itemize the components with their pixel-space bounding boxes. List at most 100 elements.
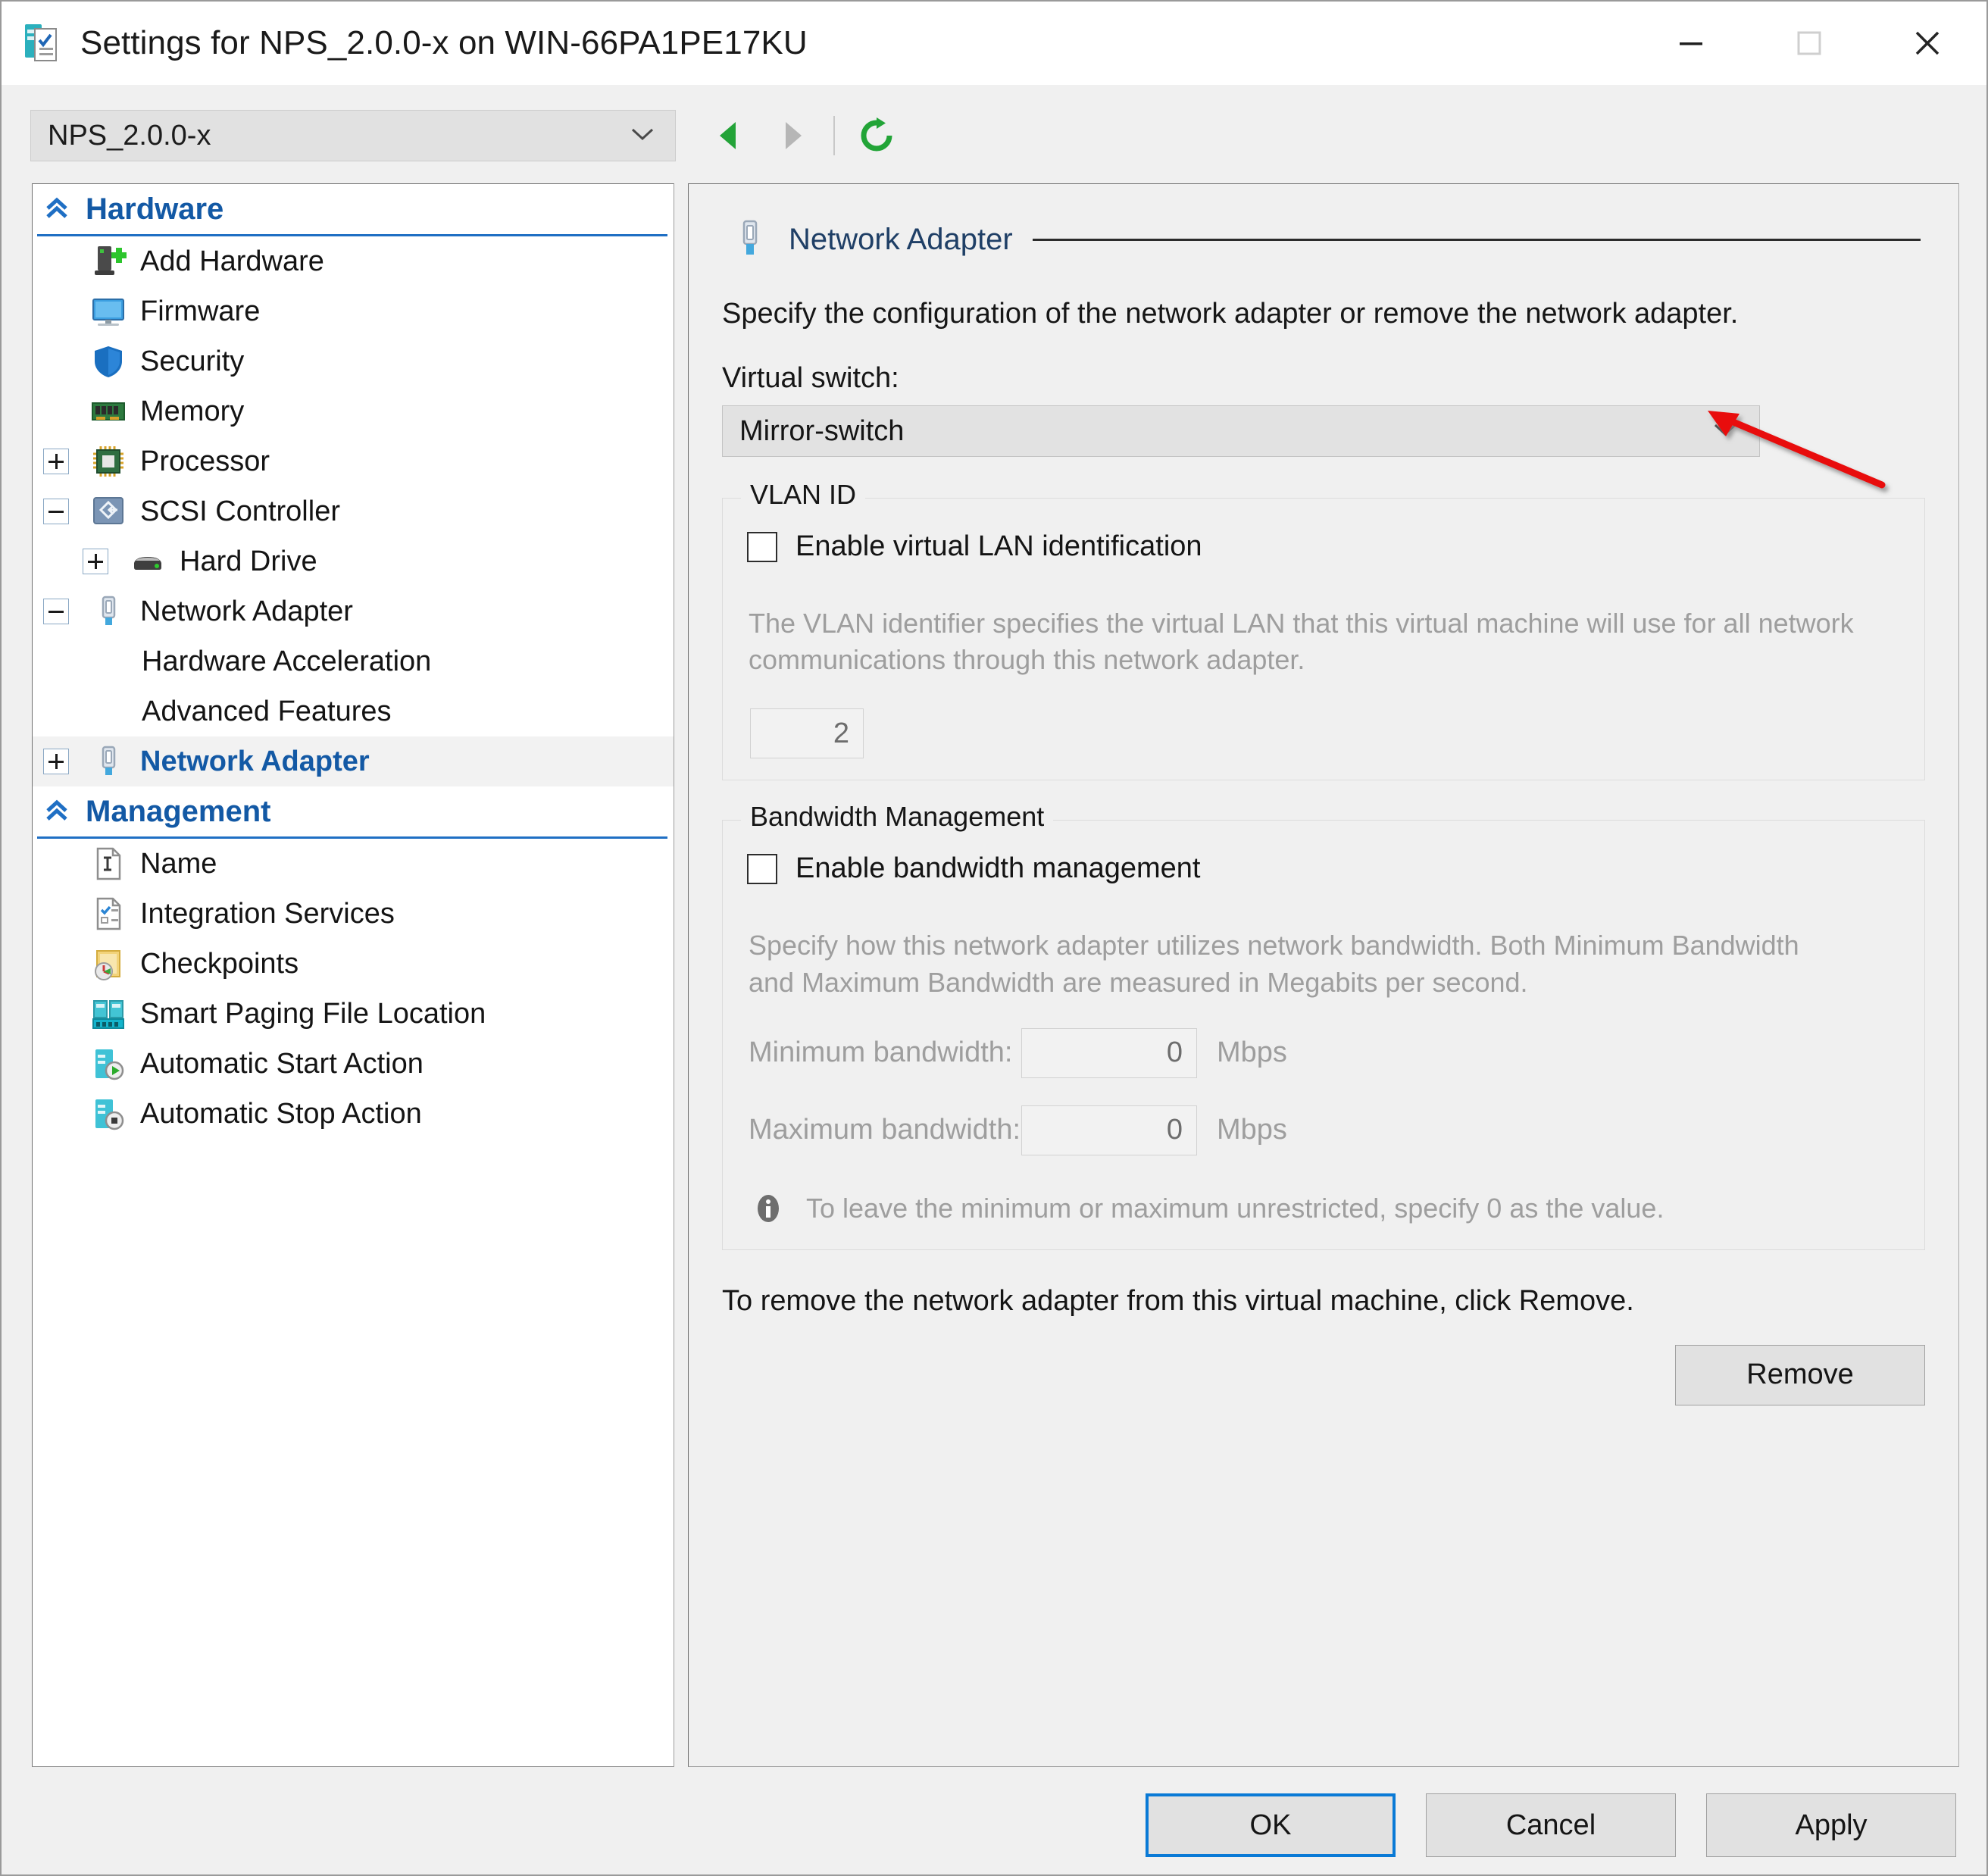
sidebar-item-hard-drive[interactable]: Hard Drive xyxy=(33,536,674,586)
maximum-bandwidth-label: Maximum bandwidth: xyxy=(749,1114,1021,1146)
sidebar-item-label: Security xyxy=(140,345,244,378)
sidebar-item-checkpoints[interactable]: Checkpoints xyxy=(33,939,674,989)
section-label: Management xyxy=(86,795,271,829)
expander-none xyxy=(43,649,69,674)
sidebar-item-label: Hard Drive xyxy=(180,546,317,578)
sidebar-item-label: Firmware xyxy=(140,295,260,328)
maximum-bandwidth-value: 0 xyxy=(1167,1114,1183,1146)
forward-arrow-icon[interactable] xyxy=(761,110,823,161)
vlan-id-input[interactable]: 2 xyxy=(750,708,864,758)
enable-bandwidth-row[interactable]: Enable bandwidth management xyxy=(747,852,1924,885)
virtual-switch-dropdown[interactable]: Mirror-switch xyxy=(722,405,1760,457)
enable-vlan-label: Enable virtual LAN identification xyxy=(796,530,1202,563)
chevron-double-up-icon xyxy=(37,796,77,827)
cancel-button[interactable]: Cancel xyxy=(1426,1793,1676,1857)
sidebar-item-label: Automatic Start Action xyxy=(140,1048,424,1080)
expander-none xyxy=(43,399,69,424)
sidebar-item-hardware-acceleration[interactable]: Hardware Acceleration xyxy=(33,636,674,686)
back-arrow-icon[interactable] xyxy=(699,110,761,161)
expander-none xyxy=(43,349,69,374)
auto-stop-icon xyxy=(90,1096,127,1132)
name-doc-icon xyxy=(90,846,127,882)
maximum-bandwidth-input[interactable]: 0 xyxy=(1021,1105,1197,1155)
bandwidth-group-label: Bandwidth Management xyxy=(741,801,1053,833)
minimum-bandwidth-label: Minimum bandwidth: xyxy=(749,1036,1021,1069)
scsi-controller-icon xyxy=(90,493,127,530)
sidebar-item-security[interactable]: Security xyxy=(33,336,674,386)
header-rule xyxy=(1033,239,1921,241)
sidebar-item-automatic-stop-action[interactable]: Automatic Stop Action xyxy=(33,1089,674,1139)
section-header-management[interactable]: Management xyxy=(37,786,667,839)
vm-settings-icon xyxy=(24,22,64,64)
sidebar-item-label: Checkpoints xyxy=(140,948,299,980)
minimum-bandwidth-input[interactable]: 0 xyxy=(1021,1028,1197,1078)
virtual-switch-value: Mirror-switch xyxy=(739,415,904,448)
sidebar-item-network-adapter-2[interactable]: Network Adapter xyxy=(33,736,674,786)
sidebar-item-label: Network Adapter xyxy=(140,746,370,778)
bandwidth-help-text: Specify how this network adapter utilize… xyxy=(749,927,1824,1000)
info-icon xyxy=(749,1189,788,1228)
expander-plus[interactable] xyxy=(83,549,108,574)
virtual-switch-label: Virtual switch: xyxy=(722,362,1928,395)
vm-selector-value: NPS_2.0.0-x xyxy=(48,120,211,152)
dialog-footer: OK Cancel Apply xyxy=(2,1776,1986,1874)
sidebar-item-label: SCSI Controller xyxy=(140,496,340,528)
sidebar-item-firmware[interactable]: Firmware xyxy=(33,286,674,336)
security-shield-icon xyxy=(90,343,127,380)
expander-plus[interactable] xyxy=(43,449,69,474)
sidebar-item-label: Memory xyxy=(140,396,244,428)
network-adapter-settings-panel: Network Adapter Specify the configuratio… xyxy=(688,183,1959,1767)
sidebar-item-add-hardware[interactable]: Add Hardware xyxy=(33,236,674,286)
sidebar-item-memory[interactable]: Memory xyxy=(33,386,674,436)
sidebar-item-scsi-controller[interactable]: SCSI Controller xyxy=(33,486,674,536)
sidebar-item-automatic-start-action[interactable]: Automatic Start Action xyxy=(33,1039,674,1089)
refresh-icon[interactable] xyxy=(846,110,908,161)
section-header-hardware[interactable]: Hardware xyxy=(37,184,667,236)
vm-selector-dropdown[interactable]: NPS_2.0.0-x xyxy=(30,110,676,161)
expander-none xyxy=(43,299,69,324)
window-title: Settings for NPS_2.0.0-x on WIN-66PA1PE1… xyxy=(80,24,808,62)
minimum-bandwidth-unit: Mbps xyxy=(1217,1036,1287,1069)
enable-vlan-checkbox[interactable] xyxy=(747,532,777,562)
expander-none xyxy=(43,1001,69,1027)
minimize-button[interactable] xyxy=(1632,2,1750,85)
title-bar: Settings for NPS_2.0.0-x on WIN-66PA1PE1… xyxy=(2,2,1986,85)
vlan-group-label: VLAN ID xyxy=(741,479,865,511)
expander-minus[interactable] xyxy=(43,499,69,524)
vlan-help-text: The VLAN identifier specifies the virtua… xyxy=(749,605,1879,678)
chevron-down-icon xyxy=(1712,421,1738,442)
bandwidth-info-text: To leave the minimum or maximum unrestri… xyxy=(806,1193,1664,1224)
sidebar-item-advanced-features[interactable]: Advanced Features xyxy=(33,686,674,736)
expander-none xyxy=(43,699,69,724)
section-label: Hardware xyxy=(86,192,223,227)
sidebar-item-network-adapter-1[interactable]: Network Adapter xyxy=(33,586,674,636)
remove-button[interactable]: Remove xyxy=(1675,1345,1925,1405)
enable-bandwidth-checkbox[interactable] xyxy=(747,854,777,884)
expander-plus[interactable] xyxy=(43,749,69,774)
maximize-button[interactable] xyxy=(1750,2,1868,85)
enable-vlan-row[interactable]: Enable virtual LAN identification xyxy=(747,530,1924,563)
sidebar-item-label: Network Adapter xyxy=(140,596,353,628)
settings-tree-panel[interactable]: Hardware Add Hardware xyxy=(32,183,674,1767)
expander-minus[interactable] xyxy=(43,599,69,624)
sidebar-item-name[interactable]: Name xyxy=(33,839,674,889)
integration-services-icon xyxy=(90,896,127,932)
remove-note: To remove the network adapter from this … xyxy=(722,1285,1925,1318)
sidebar-item-integration-services[interactable]: Integration Services xyxy=(33,889,674,939)
ok-button[interactable]: OK xyxy=(1146,1793,1396,1857)
network-adapter-icon xyxy=(90,743,127,780)
sidebar-item-label: Name xyxy=(140,848,217,880)
smart-paging-icon xyxy=(90,996,127,1032)
chevron-down-icon xyxy=(630,126,655,146)
minimum-bandwidth-row: Minimum bandwidth: 0 Mbps xyxy=(749,1028,1924,1078)
sidebar-item-processor[interactable]: Processor xyxy=(33,436,674,486)
sidebar-item-smart-paging-file-location[interactable]: Smart Paging File Location xyxy=(33,989,674,1039)
vlan-id-value: 2 xyxy=(833,718,849,750)
sidebar-item-label: Automatic Stop Action xyxy=(140,1098,422,1130)
apply-button[interactable]: Apply xyxy=(1706,1793,1956,1857)
processor-icon xyxy=(90,443,127,480)
close-button[interactable] xyxy=(1868,2,1986,85)
memory-icon xyxy=(90,393,127,430)
vlan-id-group: VLAN ID Enable virtual LAN identificatio… xyxy=(722,498,1925,780)
expander-none xyxy=(43,1051,69,1077)
